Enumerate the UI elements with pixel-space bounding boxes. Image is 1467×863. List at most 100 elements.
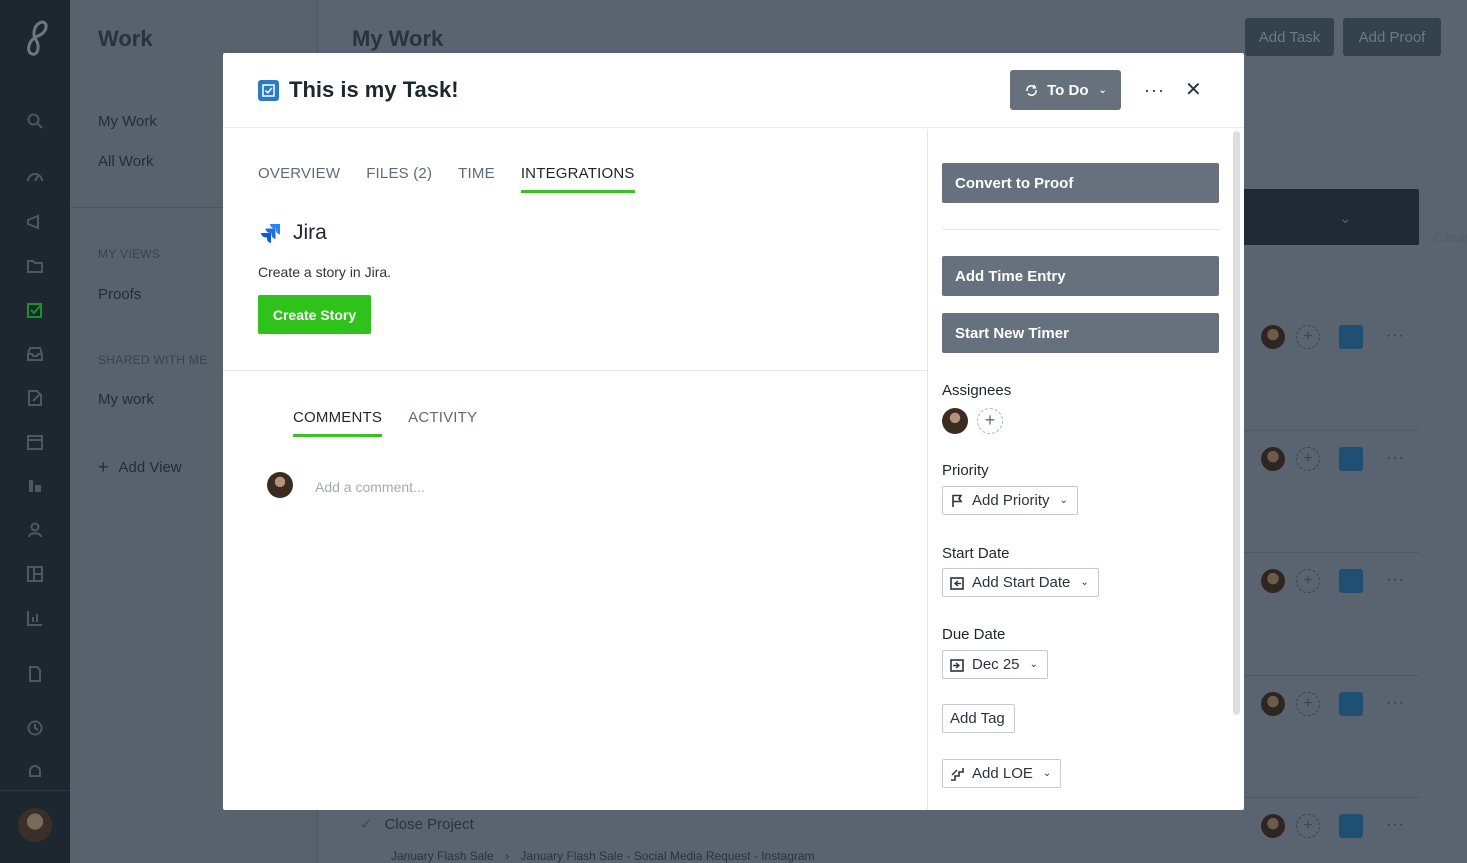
tab-files[interactable]: FILES (2) <box>366 165 432 193</box>
tab-overview[interactable]: OVERVIEW <box>258 165 340 193</box>
my-views-heading: MY VIEWS <box>98 247 161 261</box>
chevron-down-icon: ⌄ <box>1098 84 1107 96</box>
loe-select[interactable]: Add LOE ⌄ <box>942 759 1062 788</box>
breadcrumb: January Flash Sale › January Flash Sale … <box>391 849 815 863</box>
task-title[interactable]: This is my Task! <box>289 77 459 103</box>
task-icon[interactable] <box>1339 814 1363 838</box>
divider <box>223 370 927 371</box>
convert-to-proof-button[interactable]: Convert to Proof <box>942 163 1219 203</box>
task-row-close-project[interactable]: ✓ Close Project <box>360 815 474 833</box>
document-icon[interactable] <box>25 664 45 684</box>
task-checkbox-icon <box>258 80 279 101</box>
priority-value: Add Priority <box>972 492 1050 509</box>
add-assignee-icon[interactable]: + <box>1296 447 1320 471</box>
chevron-down-icon: ⌄ <box>1080 577 1089 588</box>
status-dropdown[interactable]: To Do ⌄ <box>1010 70 1121 110</box>
add-tag-button[interactable]: Add Tag <box>942 704 1015 733</box>
calendar-icon[interactable] <box>25 432 45 452</box>
task-icon[interactable] <box>1339 692 1363 716</box>
more-options-icon[interactable]: ··· <box>1144 80 1165 101</box>
add-assignee-icon[interactable]: + <box>1296 692 1320 716</box>
add-assignee-icon[interactable]: + <box>1296 325 1320 349</box>
divider <box>942 229 1219 230</box>
priority-label: Priority <box>942 462 989 479</box>
avatar[interactable] <box>1261 325 1285 349</box>
nav-all-work[interactable]: All Work <box>98 153 154 170</box>
task-name: Close Project <box>384 816 474 833</box>
more-icon[interactable]: ··· <box>1386 449 1410 473</box>
layout-icon[interactable] <box>25 564 45 584</box>
due-date-value: Dec 25 <box>972 656 1020 673</box>
folder-icon[interactable] <box>25 256 45 276</box>
comment-input[interactable] <box>315 479 875 495</box>
dashboard-icon[interactable] <box>25 167 45 187</box>
more-icon[interactable]: ··· <box>1386 816 1410 840</box>
add-view-link[interactable]: + Add View <box>98 457 182 478</box>
more-icon[interactable]: ··· <box>1386 571 1410 595</box>
notifications-icon[interactable] <box>25 762 45 782</box>
add-assignee-icon[interactable]: + <box>1296 569 1320 593</box>
tab-activity[interactable]: ACTIVITY <box>408 409 477 437</box>
add-tag-label: Add Tag <box>950 710 1005 727</box>
clear-filter-button[interactable]: Clear ⌄ <box>1339 209 1467 246</box>
task-icon[interactable] <box>1339 569 1363 593</box>
avatar[interactable] <box>942 408 968 434</box>
clear-label: Clear <box>1434 229 1467 246</box>
reports-icon[interactable] <box>25 476 45 496</box>
analytics-icon[interactable] <box>25 608 45 628</box>
breadcrumb-item[interactable]: January Flash Sale - Social Media Reques… <box>520 849 814 863</box>
search-icon[interactable] <box>25 111 45 131</box>
avatar[interactable] <box>1261 814 1285 838</box>
tab-time[interactable]: TIME <box>458 165 495 193</box>
user-avatar[interactable] <box>18 808 52 842</box>
chevron-down-icon: ⌄ <box>1042 768 1052 779</box>
campaigns-icon[interactable] <box>25 212 45 232</box>
view-proofs[interactable]: Proofs <box>98 286 141 303</box>
task-icon[interactable] <box>1339 325 1363 349</box>
calendar-start-icon <box>950 576 964 590</box>
integration-description: Create a story in Jira. <box>258 264 392 280</box>
modal-main-pane: OVERVIEW FILES (2) TIME INTEGRATIONS Jir… <box>223 129 927 810</box>
tab-integrations[interactable]: INTEGRATIONS <box>520 165 635 193</box>
assignees-label: Assignees <box>942 382 1012 399</box>
start-date-value: Add Start Date <box>972 574 1071 591</box>
add-proof-button[interactable]: Add Proof <box>1343 18 1441 56</box>
proofs-icon[interactable] <box>25 388 45 408</box>
avatar[interactable] <box>1261 569 1285 593</box>
more-icon[interactable]: ··· <box>1386 694 1410 718</box>
scrollbar[interactable] <box>1233 131 1240 715</box>
add-view-label: Add View <box>118 459 182 476</box>
start-new-timer-button[interactable]: Start New Timer <box>942 313 1219 353</box>
task-icon[interactable] <box>1339 447 1363 471</box>
add-assignee-icon[interactable]: + <box>977 408 1003 434</box>
status-cycle-icon <box>1026 84 1037 96</box>
due-date-select[interactable]: Dec 25 ⌄ <box>942 650 1048 679</box>
filter-bar: Clear ⌄ <box>1244 189 1467 246</box>
avatar[interactable] <box>1261 692 1285 716</box>
app-logo-icon[interactable] <box>18 18 52 58</box>
add-time-entry-button[interactable]: Add Time Entry <box>942 256 1219 296</box>
inbox-icon[interactable] <box>25 344 45 364</box>
more-icon[interactable]: ··· <box>1386 327 1410 351</box>
people-icon[interactable] <box>25 520 45 540</box>
task-tabs: OVERVIEW FILES (2) TIME INTEGRATIONS <box>258 165 635 193</box>
add-task-button[interactable]: Add Task <box>1245 18 1334 56</box>
nav-my-work[interactable]: My Work <box>98 113 157 130</box>
add-assignee-icon[interactable]: + <box>1296 814 1320 838</box>
avatar[interactable] <box>1261 447 1285 471</box>
clock-icon[interactable] <box>25 718 45 738</box>
start-date-select[interactable]: Add Start Date ⌄ <box>942 568 1099 597</box>
comment-tabs: COMMENTS ACTIVITY <box>293 409 477 437</box>
shared-my-work[interactable]: My work <box>98 391 154 408</box>
avatar <box>267 472 293 498</box>
flag-icon <box>952 494 963 507</box>
work-icon[interactable] <box>25 300 45 320</box>
create-story-button[interactable]: Create Story <box>258 295 371 334</box>
priority-select[interactable]: Add Priority ⌄ <box>942 486 1078 515</box>
stairs-icon <box>951 767 964 781</box>
task-modal: This is my Task! To Do ⌄ ··· ✕ OVERVIEW … <box>223 53 1244 810</box>
close-icon[interactable]: ✕ <box>1185 80 1202 100</box>
jira-logo-icon <box>261 224 280 243</box>
breadcrumb-item[interactable]: January Flash Sale <box>391 849 494 863</box>
tab-comments[interactable]: COMMENTS <box>293 409 383 437</box>
